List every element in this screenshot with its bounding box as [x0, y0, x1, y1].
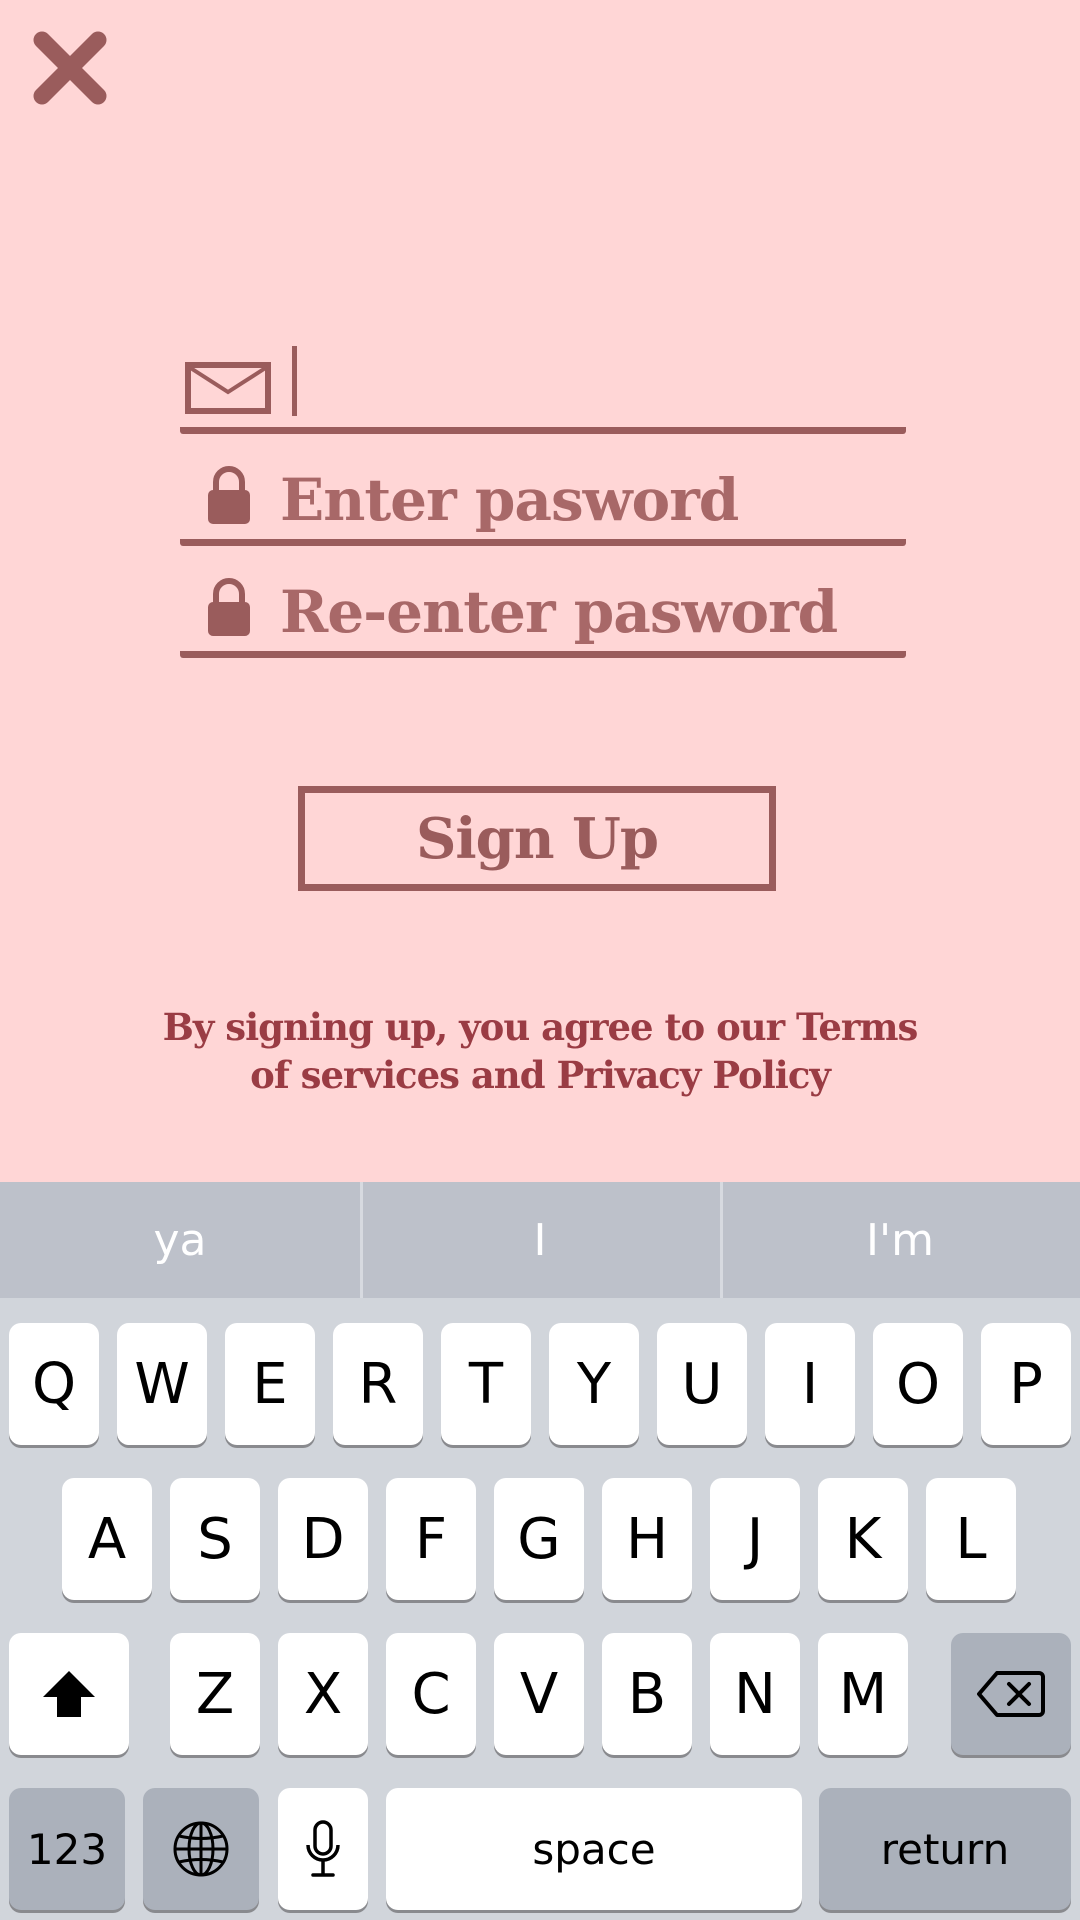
text-caret: [292, 346, 297, 416]
key-b[interactable]: B: [602, 1633, 692, 1755]
close-button[interactable]: [30, 28, 110, 108]
backspace-icon: [977, 1671, 1045, 1717]
sign-up-button[interactable]: Sign Up: [298, 786, 776, 891]
key-q[interactable]: Q: [9, 1323, 99, 1445]
email-input[interactable]: [310, 340, 896, 420]
key-h[interactable]: H: [602, 1478, 692, 1600]
globe-key[interactable]: [143, 1788, 259, 1910]
key-g[interactable]: G: [494, 1478, 584, 1600]
key-l[interactable]: L: [926, 1478, 1016, 1600]
reenter-password-field[interactable]: [180, 572, 906, 658]
key-t[interactable]: T: [441, 1323, 531, 1445]
return-key[interactable]: return: [819, 1788, 1071, 1910]
suggestion-bar: ya I I'm: [0, 1182, 1080, 1298]
key-r[interactable]: R: [333, 1323, 423, 1445]
envelope-icon: [185, 362, 271, 414]
password-field[interactable]: [180, 460, 906, 546]
key-j[interactable]: J: [710, 1478, 800, 1600]
terms-text[interactable]: By signing up, you agree to our Terms of…: [150, 1003, 930, 1099]
key-u[interactable]: U: [657, 1323, 747, 1445]
key-f[interactable]: F: [386, 1478, 476, 1600]
keyboard: ya I I'm Q W E R T Y U I O P A S D F G H…: [0, 1182, 1080, 1920]
key-m[interactable]: M: [818, 1633, 908, 1755]
delete-key[interactable]: [951, 1633, 1071, 1755]
globe-icon: [173, 1821, 229, 1877]
shift-key[interactable]: [9, 1633, 129, 1755]
key-p[interactable]: P: [981, 1323, 1071, 1445]
key-x[interactable]: X: [278, 1633, 368, 1755]
email-field[interactable]: [180, 340, 906, 434]
suggestion-item[interactable]: ya: [0, 1182, 360, 1298]
space-key[interactable]: space: [386, 1788, 802, 1910]
key-n[interactable]: N: [710, 1633, 800, 1755]
key-e[interactable]: E: [225, 1323, 315, 1445]
shift-icon: [43, 1671, 95, 1717]
password-input[interactable]: [280, 460, 896, 540]
reenter-password-input[interactable]: [280, 572, 896, 652]
key-c[interactable]: C: [386, 1633, 476, 1755]
key-y[interactable]: Y: [549, 1323, 639, 1445]
key-i[interactable]: I: [765, 1323, 855, 1445]
suggestion-item[interactable]: I'm: [720, 1182, 1080, 1298]
numbers-key[interactable]: 123: [9, 1788, 125, 1910]
microphone-key[interactable]: [278, 1788, 368, 1910]
microphone-icon: [306, 1820, 340, 1877]
key-w[interactable]: W: [117, 1323, 207, 1445]
key-o[interactable]: O: [873, 1323, 963, 1445]
key-v[interactable]: V: [494, 1633, 584, 1755]
key-z[interactable]: Z: [170, 1633, 260, 1755]
key-d[interactable]: D: [278, 1478, 368, 1600]
lock-icon: [208, 466, 250, 524]
key-k[interactable]: K: [818, 1478, 908, 1600]
close-icon: [33, 31, 107, 105]
lock-icon: [208, 578, 250, 636]
key-s[interactable]: S: [170, 1478, 260, 1600]
suggestion-item[interactable]: I: [360, 1182, 720, 1298]
key-a[interactable]: A: [62, 1478, 152, 1600]
